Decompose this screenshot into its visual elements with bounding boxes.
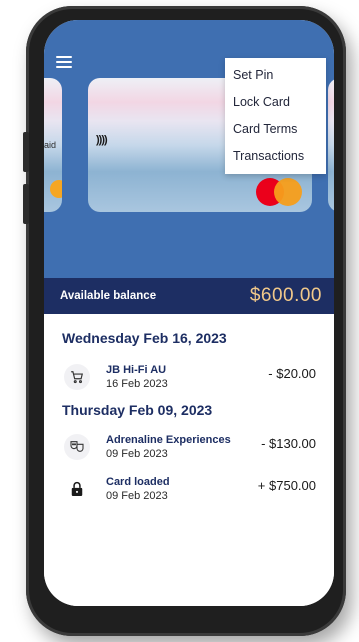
card-fragment-text: aid — [44, 140, 56, 150]
menu-item-transactions[interactable]: Transactions — [225, 143, 326, 170]
merchant-name: JB Hi-Fi AU — [106, 364, 167, 376]
phone-screen: aid )))) Set Pin Lock Card Card Terms Tr… — [44, 20, 334, 606]
theater-masks-icon — [64, 434, 90, 460]
volume-down-button — [23, 184, 29, 224]
menu-item-lock-card[interactable]: Lock Card — [225, 89, 326, 116]
balance-bar: Available balance $600.00 — [44, 278, 334, 314]
card-header-area: aid )))) Set Pin Lock Card Card Terms Tr… — [44, 20, 334, 278]
transaction-row[interactable]: JB Hi-Fi AU 16 Feb 2023 - $20.00 — [62, 362, 316, 398]
transaction-row[interactable]: Card loaded 09 Feb 2023 + $750.00 — [62, 474, 316, 510]
balance-amount: $600.00 — [249, 285, 322, 306]
merchant-name: Adrenaline Experiences — [106, 434, 231, 446]
volume-up-button — [23, 132, 29, 172]
cart-icon — [64, 364, 90, 390]
transaction-row[interactable]: Adrenaline Experiences 09 Feb 2023 - $13… — [62, 432, 316, 468]
mastercard-logo-fragment — [50, 180, 62, 198]
hamburger-menu-icon[interactable] — [56, 56, 72, 68]
date-heading: Thursday Feb 09, 2023 — [62, 402, 213, 418]
transaction-date: 09 Feb 2023 — [106, 490, 168, 502]
menu-item-card-terms[interactable]: Card Terms — [225, 116, 326, 143]
date-heading: Wednesday Feb 16, 2023 — [62, 330, 227, 346]
lock-icon — [64, 476, 90, 502]
mastercard-logo — [256, 178, 304, 206]
next-card[interactable] — [328, 78, 334, 212]
transaction-amount: - $20.00 — [268, 366, 316, 381]
transaction-date: 16 Feb 2023 — [106, 378, 168, 390]
transaction-amount: + $750.00 — [257, 478, 316, 493]
transaction-date: 09 Feb 2023 — [106, 448, 168, 460]
card-options-menu: Set Pin Lock Card Card Terms Transaction… — [225, 58, 326, 174]
transaction-list: Wednesday Feb 16, 2023 JB Hi-Fi AU 16 Fe… — [44, 314, 334, 606]
previous-card[interactable]: aid — [44, 78, 62, 212]
menu-item-set-pin[interactable]: Set Pin — [225, 62, 326, 89]
balance-label: Available balance — [60, 290, 157, 302]
contactless-icon: )))) — [96, 134, 108, 146]
transaction-amount: - $130.00 — [261, 436, 316, 451]
merchant-name: Card loaded — [106, 476, 170, 488]
